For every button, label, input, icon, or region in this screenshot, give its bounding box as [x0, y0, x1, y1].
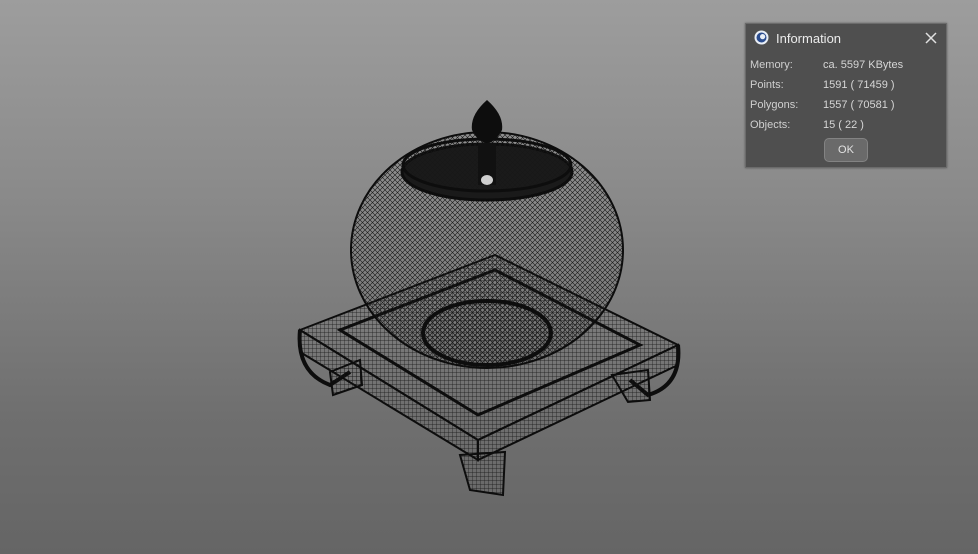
memory-label: Memory:: [750, 59, 793, 71]
dialog-titlebar[interactable]: Information: [746, 24, 946, 52]
polygons-label: Polygons:: [750, 99, 799, 111]
polygons-value: 1557 ( 70581 ): [823, 99, 895, 111]
objects-label: Objects:: [750, 119, 791, 131]
close-icon[interactable]: [923, 30, 939, 46]
ok-button[interactable]: OK: [824, 138, 868, 162]
cinema4d-logo-icon: [754, 30, 769, 45]
information-dialog: Information Memory: ca. 5597 KBytes Poin…: [745, 23, 947, 168]
objects-value: 15 ( 22 ): [823, 119, 864, 131]
points-value: 1591 ( 71459 ): [823, 79, 895, 91]
points-label: Points:: [750, 79, 784, 91]
memory-value: ca. 5597 KBytes: [823, 59, 904, 71]
jar-wireframe: [350, 100, 624, 369]
dialog-title: Information: [776, 31, 842, 46]
